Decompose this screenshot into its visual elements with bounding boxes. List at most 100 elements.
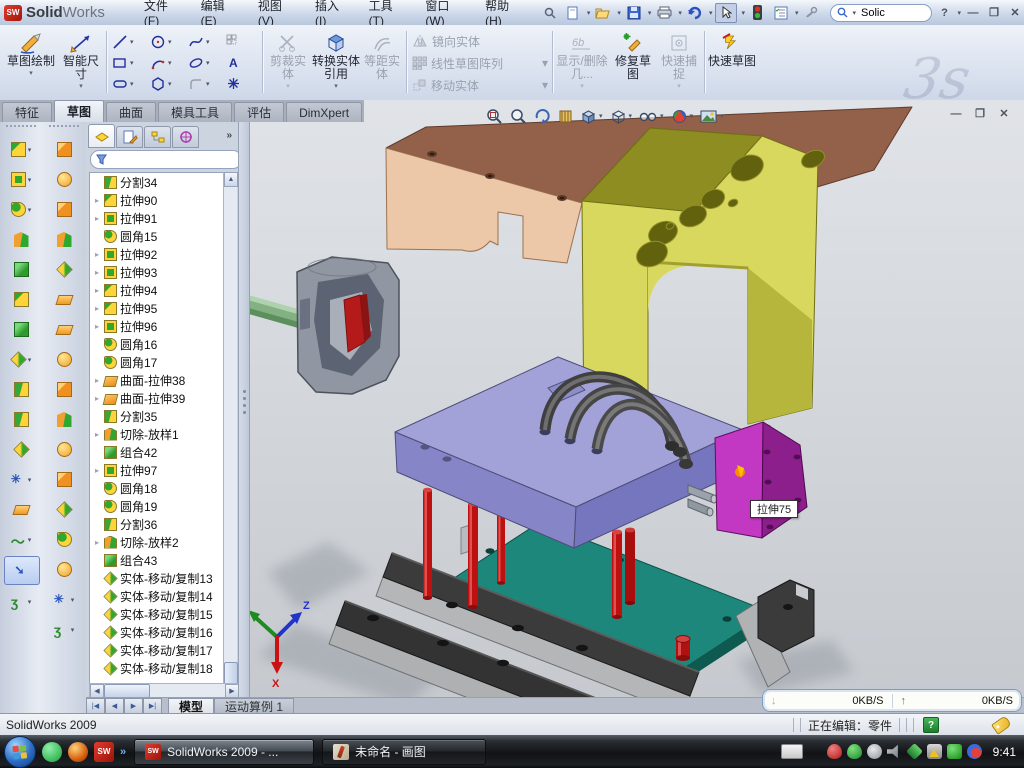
search-box[interactable]: ▾ bbox=[830, 4, 932, 22]
smart-dimension-button[interactable]: 智能尺寸 ▾ bbox=[58, 29, 104, 95]
tree-item[interactable]: ▸ 拉伸94 bbox=[90, 281, 224, 299]
loft-icon[interactable] bbox=[4, 226, 38, 253]
tab-dimxpert[interactable]: DimXpert bbox=[286, 102, 362, 122]
expand-caret[interactable]: ▸ bbox=[93, 394, 101, 403]
chevron-down-icon[interactable]: ▾ bbox=[79, 82, 83, 90]
tab-mold-tools[interactable]: 模具工具 bbox=[158, 102, 232, 122]
shell-icon[interactable] bbox=[4, 256, 38, 283]
model-canvas[interactable]: Y Z X bbox=[240, 104, 1024, 697]
rotate-view-icon[interactable] bbox=[534, 108, 551, 125]
expand-caret[interactable]: ▸ bbox=[93, 322, 101, 331]
tree-item[interactable]: ▸ 曲面-拉伸39 bbox=[90, 389, 224, 407]
pin-icon[interactable] bbox=[540, 4, 560, 22]
surface-point-icon[interactable]: ✳▾ bbox=[47, 586, 81, 613]
panel-splitter[interactable] bbox=[238, 122, 250, 697]
doc-close-button[interactable]: ✕ bbox=[996, 106, 1012, 121]
expand-caret[interactable]: ▸ bbox=[93, 286, 101, 295]
minimize-button[interactable]: — bbox=[964, 5, 982, 21]
expand-caret[interactable]: ▸ bbox=[93, 466, 101, 475]
rectangle-icon[interactable]: ▾ bbox=[108, 52, 146, 73]
tree-item[interactable]: ▸ 拉伸92 bbox=[90, 245, 224, 263]
trim-surface-icon[interactable] bbox=[47, 496, 81, 523]
close-button[interactable]: ✕ bbox=[1006, 5, 1024, 21]
expand-caret[interactable]: ▸ bbox=[93, 196, 101, 205]
scene-icon[interactable]: ▾ bbox=[700, 109, 724, 124]
plane-icon[interactable] bbox=[4, 496, 38, 523]
appearances-icon[interactable]: ▾ bbox=[671, 108, 694, 125]
doc-minimize-button[interactable]: — bbox=[948, 106, 964, 121]
search-input[interactable] bbox=[859, 6, 913, 20]
expand-caret[interactable]: ▸ bbox=[93, 250, 101, 259]
tree-item[interactable]: ▸ 拉伸91 bbox=[90, 209, 224, 227]
start-button[interactable] bbox=[4, 736, 36, 768]
taskbar-button-solidworks[interactable]: SW SolidWorks 2009 - ... bbox=[134, 739, 314, 765]
tree-item[interactable]: ▸ 拉伸95 bbox=[90, 299, 224, 317]
tree-filter-box[interactable] bbox=[90, 150, 242, 169]
scroll-right-icon[interactable]: ▶ bbox=[225, 684, 239, 698]
sweep-icon[interactable] bbox=[47, 196, 81, 223]
curve-icon[interactable]: 〜▾ bbox=[4, 526, 38, 553]
restore-button[interactable]: ❐ bbox=[985, 5, 1003, 21]
revolve-icon[interactable] bbox=[47, 136, 81, 163]
help-icon[interactable]: ? bbox=[935, 5, 953, 21]
tab-last-icon[interactable]: ▶| bbox=[143, 698, 162, 714]
reference-point-icon[interactable]: ✳▾ bbox=[4, 466, 38, 493]
rib-icon[interactable] bbox=[4, 316, 38, 343]
tree-item[interactable]: 圆角18 bbox=[90, 479, 224, 497]
status-help-icon[interactable]: ? bbox=[923, 717, 939, 733]
tree-vertical-scrollbar[interactable]: ▲ ▼ bbox=[223, 172, 237, 750]
extruded-boss-icon[interactable]: ▾ bbox=[4, 136, 38, 163]
taskbar-clock[interactable]: 9:41 bbox=[993, 745, 1016, 759]
tree-item[interactable]: 实体-移动/复制16 bbox=[90, 623, 224, 641]
panel-tabs-overflow[interactable]: » bbox=[226, 130, 232, 141]
tree-item[interactable]: ▸ 切除-放样2 bbox=[90, 533, 224, 551]
tab-first-icon[interactable]: |◀ bbox=[86, 698, 105, 714]
save-icon[interactable] bbox=[624, 4, 644, 22]
expand-caret[interactable]: ▸ bbox=[93, 214, 101, 223]
pattern-icon[interactable] bbox=[222, 31, 252, 52]
tree-item[interactable]: 圆角15 bbox=[90, 227, 224, 245]
bend-icon[interactable] bbox=[47, 406, 81, 433]
tab-evaluate[interactable]: 评估 bbox=[234, 102, 284, 122]
revolved-cut-icon[interactable] bbox=[47, 166, 81, 193]
antivirus-shield-icon[interactable] bbox=[847, 744, 862, 759]
tree-item[interactable]: ▸ 拉伸93 bbox=[90, 263, 224, 281]
language-keyboard-icon[interactable] bbox=[781, 744, 803, 759]
graphics-viewport[interactable]: Y Z X bbox=[240, 100, 1024, 697]
expand-caret[interactable]: ▸ bbox=[93, 268, 101, 277]
select-icon[interactable] bbox=[715, 3, 737, 23]
boundary-surface-icon[interactable] bbox=[47, 346, 81, 373]
tree-item[interactable]: 实体-移动/复制13 bbox=[90, 569, 224, 587]
dome-icon[interactable] bbox=[47, 226, 81, 253]
tree-item[interactable]: 实体-移动/复制14 bbox=[90, 587, 224, 605]
tree-item[interactable]: 圆角16 bbox=[90, 335, 224, 353]
health-status-icon[interactable] bbox=[947, 744, 962, 759]
update-gear-icon[interactable] bbox=[867, 744, 882, 759]
tree-item[interactable]: ▸ 拉伸97 bbox=[90, 461, 224, 479]
flex-icon[interactable] bbox=[47, 256, 81, 283]
expand-caret[interactable]: ▸ bbox=[93, 430, 101, 439]
tree-item[interactable]: ▸ 拉伸90 bbox=[90, 191, 224, 209]
tree-item[interactable]: 分割35 bbox=[90, 407, 224, 425]
scroll-left-icon[interactable]: ◀ bbox=[90, 684, 104, 698]
tree-item[interactable]: 实体-移动/复制17 bbox=[90, 641, 224, 659]
arc-icon[interactable]: ▾ bbox=[146, 52, 184, 73]
short-pin[interactable] bbox=[676, 636, 690, 662]
point-icon[interactable] bbox=[222, 73, 252, 94]
tree-item[interactable]: 分割34 bbox=[90, 173, 224, 191]
print-icon[interactable] bbox=[654, 4, 674, 22]
featuremanager-tab-icon[interactable] bbox=[88, 124, 115, 148]
fillet-tool-icon[interactable]: ▾ bbox=[4, 196, 38, 223]
ellipse-icon[interactable]: ▾ bbox=[184, 52, 222, 73]
options-list-icon[interactable] bbox=[771, 4, 791, 22]
tree-item[interactable]: 实体-移动/复制15 bbox=[90, 605, 224, 623]
volume-icon[interactable] bbox=[887, 744, 902, 759]
taskbar-button-paint[interactable]: 未命名 - 画图 bbox=[322, 739, 486, 765]
sync-blocked-icon[interactable] bbox=[967, 744, 982, 759]
chevron-down-icon[interactable]: ▾ bbox=[29, 69, 33, 77]
tree-item[interactable]: 分割36 bbox=[90, 515, 224, 533]
planar-surface-icon[interactable] bbox=[47, 316, 81, 343]
tree-item[interactable]: 圆角19 bbox=[90, 497, 224, 515]
tab-surfaces[interactable]: 曲面 bbox=[106, 102, 156, 122]
convert-entities-button[interactable]: 转换实体引用 ▾ bbox=[312, 29, 360, 95]
